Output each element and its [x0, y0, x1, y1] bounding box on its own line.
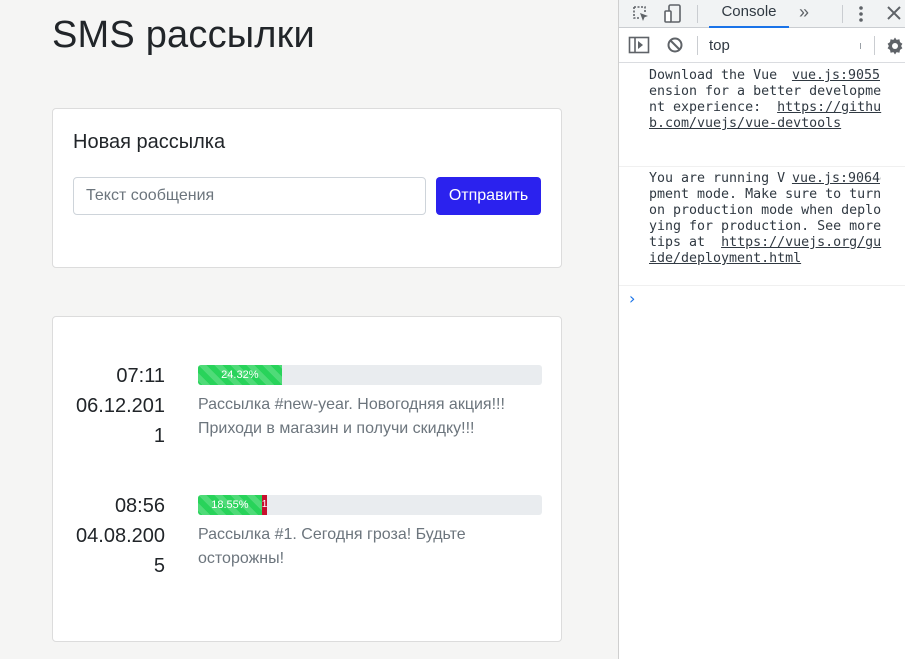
settings-gear-icon[interactable] [885, 36, 905, 56]
send-button[interactable]: Отправить [436, 177, 541, 215]
sidebar-toggle-icon[interactable] [628, 36, 650, 54]
devtools-tab-bar: Console » [619, 0, 905, 28]
mailing-date: 04.08.2005 [76, 525, 165, 577]
tab-console[interactable]: Console [709, 0, 789, 28]
prompt-chevron-icon[interactable]: › [629, 289, 635, 308]
clear-console-icon[interactable] [666, 36, 684, 54]
progress-success-bar: 24.32% [198, 365, 282, 385]
more-tabs-button[interactable]: » [799, 0, 809, 24]
progress-success-bar: 18.55% [198, 495, 262, 515]
more-vert-icon[interactable] [855, 3, 867, 25]
console-toolbar: top [619, 28, 905, 63]
inspect-icon[interactable] [631, 4, 651, 24]
console-message: vue.js:9055 Download the Vue Devtools ex… [619, 64, 905, 167]
mailing-date: 06.12.2011 [76, 395, 165, 447]
mailing-progress: 24.32% [198, 365, 542, 385]
console-source-link[interactable]: vue.js:9055 [785, 68, 880, 84]
progress-failed-bar: 1 [261, 495, 267, 515]
mailing-item: 08:56 04.08.2005 18.55% 1 Рассылка #1. С… [53, 491, 563, 591]
message-text-input[interactable] [73, 177, 426, 215]
mailing-progress: 18.55% 1 [198, 495, 542, 515]
new-mailing-card: Новая рассылка Отправить [52, 108, 562, 268]
device-toggle-icon[interactable] [663, 3, 683, 25]
mailing-time: 08:56 [114, 495, 165, 517]
mailing-text: Рассылка #1. Сегодня гроза! Будьте остор… [198, 526, 466, 567]
console-output: vue.js:9055 Download the Vue Devtools ex… [619, 64, 905, 286]
mailing-time: 07:11 [116, 365, 165, 387]
page-title: SMS рассылки [52, 14, 315, 56]
mailing-list-card: 07:11 06.12.2011 24.32% Рассылка #new-ye… [52, 316, 562, 642]
mailing-item: 07:11 06.12.2011 24.32% Рассылка #new-ye… [53, 361, 563, 461]
app-page: SMS рассылки Новая рассылка Отправить 07… [0, 0, 618, 659]
console-source-link[interactable]: vue.js:9064 [785, 171, 880, 187]
mailing-text: Рассылка #new-year. Новогодняя акция!!! … [198, 396, 505, 437]
close-icon[interactable] [885, 4, 903, 22]
devtools-panel: Console » top vue.js:9055 Download the V… [618, 0, 905, 659]
context-selector[interactable]: top [709, 28, 730, 63]
new-mailing-title: Новая рассылка [73, 131, 226, 153]
console-message: vue.js:9064 You are running Vue in devel… [619, 167, 905, 286]
